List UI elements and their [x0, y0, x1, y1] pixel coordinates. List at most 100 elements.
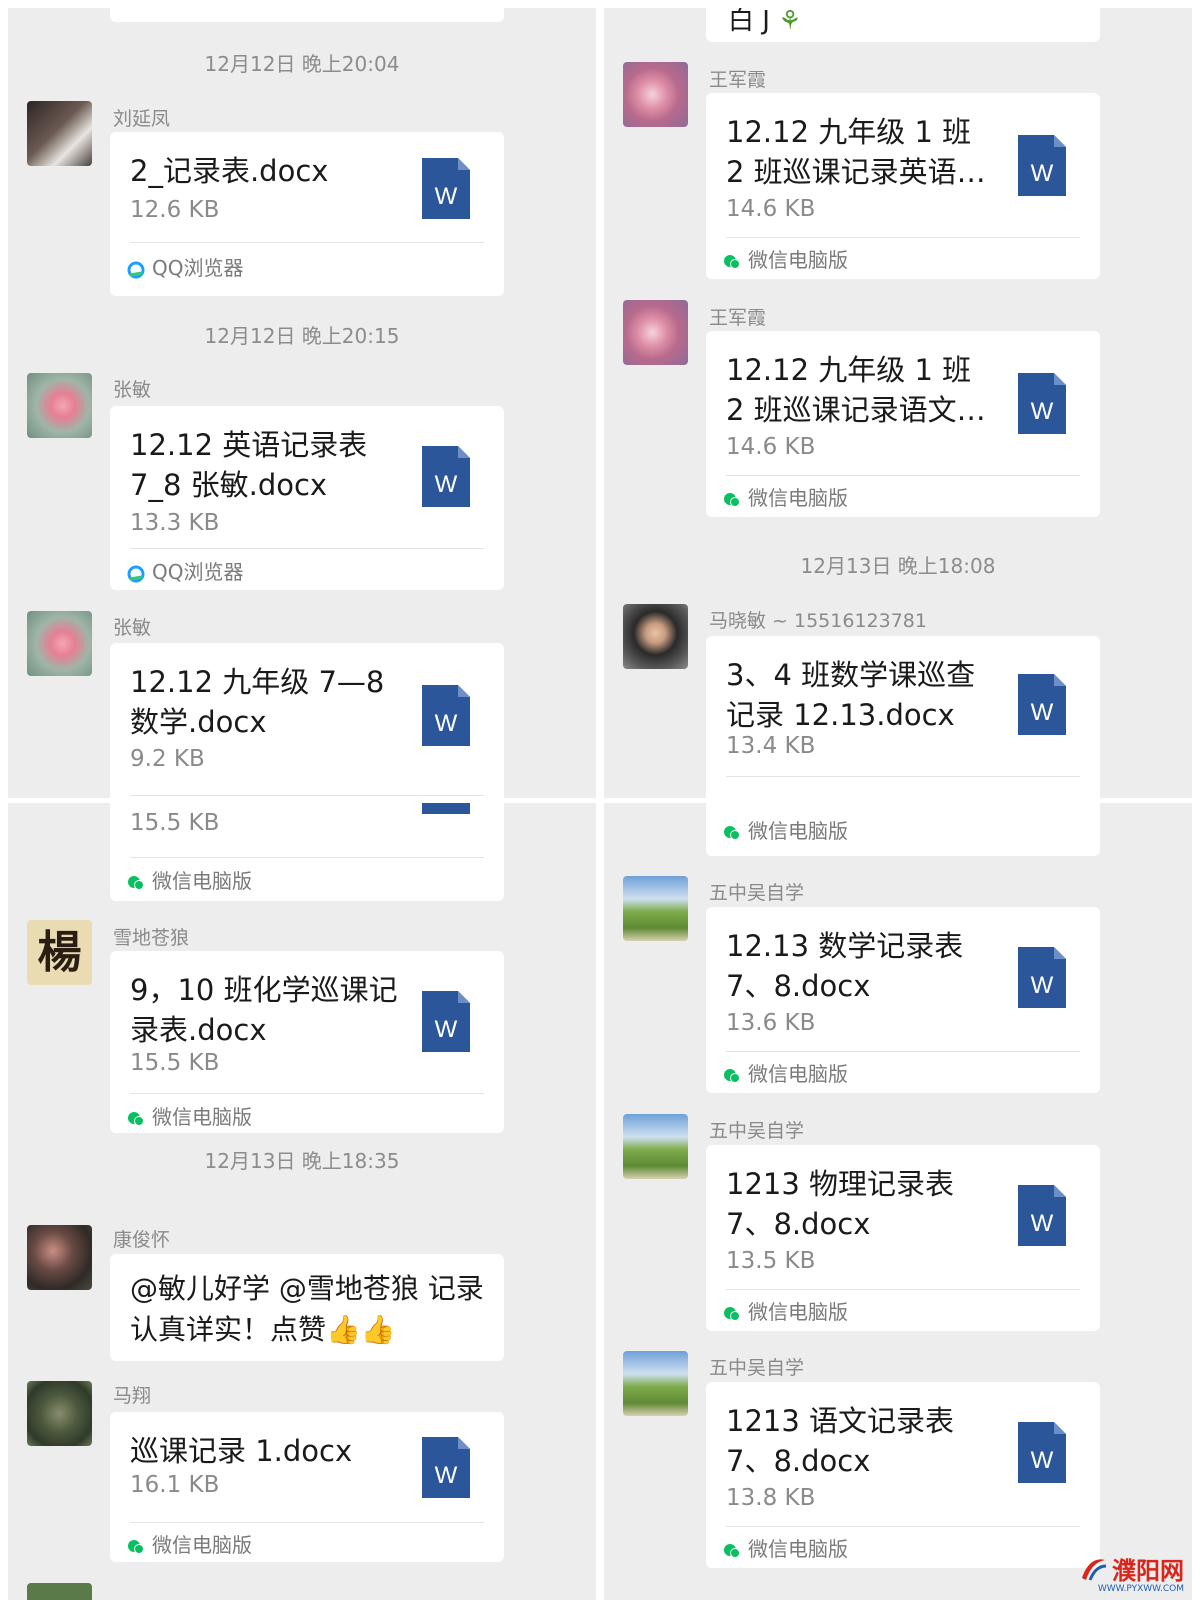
source-label: QQ浏览器 — [126, 252, 243, 281]
qq-browser-icon — [127, 565, 145, 582]
file-message[interactable]: 1213 语文记录表 7、8.docx 13.8 KB W 微信电脑版 — [706, 1382, 1100, 1568]
sender-name: 五中吴自学 — [709, 882, 805, 904]
divider — [130, 548, 484, 549]
message-bubble-fragment: 白 J ⚘ — [706, 8, 1100, 42]
word-doc-icon: W — [422, 991, 470, 1052]
divider — [726, 237, 1080, 238]
file-size: 13.8 KB — [726, 1485, 816, 1511]
timestamp: 12月12日 晚上20:15 — [204, 324, 400, 348]
avatar[interactable] — [623, 876, 688, 941]
file-title: 12.12 九年级 7—8 数学.docx — [130, 665, 385, 739]
file-message[interactable]: 9，10 班化学巡课记录表.docx 15.5 KB W 微信电脑版 — [110, 951, 504, 1133]
word-doc-icon: W — [422, 685, 470, 746]
avatar[interactable] — [27, 101, 92, 166]
timestamp: 12月13日 晚上18:08 — [800, 554, 996, 578]
sender-name: 王军霞 — [709, 307, 767, 329]
source-label: 微信电脑版 — [722, 482, 848, 511]
sender-name: 马晓敏 ~ 15516123781 — [709, 610, 927, 632]
file-message[interactable]: 巡课记录 1.docx 16.1 KB W 微信电脑版 — [110, 1412, 504, 1562]
file-title: 9，10 班化学巡课记录表.docx — [130, 973, 398, 1047]
timestamp: 12月12日 晚上20:04 — [204, 52, 400, 76]
file-size: 16.1 KB — [130, 1472, 220, 1498]
avatar[interactable] — [623, 300, 688, 365]
avatar[interactable] — [623, 604, 688, 669]
word-doc-icon: W — [1018, 947, 1066, 1008]
text-message[interactable]: @敏儿好学 @雪地苍狼 记录认真详实！点赞👍👍 — [110, 1254, 504, 1361]
avatar[interactable] — [623, 1114, 688, 1179]
qq-browser-icon — [127, 261, 145, 278]
file-title: 巡课记录 1.docx — [130, 1434, 353, 1468]
avatar-partial — [27, 1583, 92, 1600]
word-doc-icon: W — [422, 446, 470, 507]
sender-name: 五中吴自学 — [709, 1120, 805, 1142]
avatar[interactable] — [27, 373, 92, 438]
file-message-partial[interactable]: 微信电脑版 — [706, 803, 1100, 856]
source-label: 微信电脑版 — [722, 1058, 848, 1087]
file-size: 14.6 KB — [726, 434, 816, 460]
timestamp: 12月13日 晚上18:35 — [204, 1149, 400, 1173]
file-title: 1213 语文记录表 7、8.docx — [726, 1404, 955, 1478]
watermark-name: 濮阳网 — [1112, 1557, 1184, 1585]
divider — [130, 1093, 484, 1094]
wechat-icon — [128, 875, 144, 890]
divider — [130, 1522, 484, 1523]
message-text: @敏儿好学 @雪地苍狼 记录认真详实！点赞👍👍 — [130, 1272, 484, 1346]
file-size: 12.6 KB — [130, 197, 220, 223]
sender-name: 张敏 — [113, 617, 152, 639]
file-size: 13.5 KB — [726, 1248, 816, 1274]
word-doc-icon: W — [422, 1437, 470, 1498]
avatar[interactable]: 楊 — [27, 920, 92, 985]
svg-text:W: W — [1031, 699, 1054, 726]
word-doc-icon: W — [1018, 674, 1066, 735]
file-size: 15.5 KB — [130, 1050, 220, 1076]
divider — [726, 1289, 1080, 1290]
avatar[interactable] — [623, 1351, 688, 1416]
avatar[interactable] — [623, 62, 688, 127]
word-doc-icon: W — [422, 158, 470, 219]
file-title: 1213 物理记录表 7、8.docx — [726, 1167, 955, 1241]
file-message-partial[interactable]: 15.5 KB 微信电脑版 — [110, 803, 504, 901]
chat-panel-bottom-left: 15.5 KB 微信电脑版 楊 雪地苍狼 9，10 班化学巡课记录表.docx … — [8, 803, 596, 1600]
source-label: 微信电脑版 — [126, 1529, 252, 1558]
chat-panel-bottom-right: 微信电脑版 五中吴自学 12.13 数学记录表 7、8.docx 13.6 KB… — [604, 803, 1192, 1600]
file-title: 3、4 班数学课巡查记录 12.13.docx — [726, 658, 976, 732]
source-label: 微信电脑版 — [722, 244, 848, 273]
svg-text:W: W — [1031, 1447, 1054, 1474]
avatar[interactable] — [27, 611, 92, 676]
svg-text:W: W — [435, 1462, 458, 1489]
source-label: QQ浏览器 — [126, 556, 243, 585]
wechat-icon — [724, 254, 740, 269]
source-label: 微信电脑版 — [722, 1296, 848, 1325]
site-watermark: 濮阳网 WWW.PYXWW.COM — [1078, 1551, 1184, 1594]
file-message[interactable]: 1213 物理记录表 7、8.docx 13.5 KB W 微信电脑版 — [706, 1145, 1100, 1331]
file-message[interactable]: 12.12 九年级 7—8 数学.docx 9.2 KB W — [110, 643, 504, 798]
source-label: 微信电脑版 — [722, 815, 848, 844]
sender-name: 五中吴自学 — [709, 1357, 805, 1379]
avatar[interactable] — [27, 1225, 92, 1290]
divider — [726, 475, 1080, 476]
watermark-logo-icon — [1082, 1558, 1107, 1581]
file-size: 13.3 KB — [130, 510, 220, 536]
divider — [130, 242, 484, 243]
sprout-emoji-icon: ⚘ — [778, 8, 802, 36]
avatar[interactable] — [27, 1381, 92, 1446]
file-message[interactable]: 12.13 数学记录表 7、8.docx 13.6 KB W 微信电脑版 — [706, 907, 1100, 1093]
wechat-icon — [724, 1068, 740, 1083]
watermark-url: WWW.PYXWW.COM — [1097, 1584, 1184, 1594]
file-message[interactable]: 12.12 九年级 1 班 2 班巡课记录语文… 14.6 KB W 微信电脑版 — [706, 331, 1100, 517]
word-doc-icon: W — [1018, 1185, 1066, 1246]
file-message[interactable]: 3、4 班数学课巡查记录 12.13.docx 13.4 KB W — [706, 636, 1100, 798]
source-label: 微信电脑版 — [126, 1101, 252, 1130]
word-doc-icon — [422, 803, 470, 814]
svg-text:W: W — [435, 1016, 458, 1043]
wechat-icon — [128, 1111, 144, 1126]
source-label: 微信电脑版 — [126, 865, 252, 894]
file-message[interactable]: 12.12 英语记录表 7_8 张敏.docx 13.3 KB W QQ浏览器 — [110, 406, 504, 590]
wechat-icon — [724, 1306, 740, 1321]
file-message[interactable]: 2_记录表.docx 12.6 KB W QQ浏览器 — [110, 132, 504, 296]
svg-text:W: W — [1031, 160, 1054, 187]
divider — [130, 795, 484, 796]
file-size: 15.5 KB — [130, 810, 220, 836]
file-message[interactable]: 12.12 九年级 1 班 2 班巡课记录英语… 14.6 KB W 微信电脑版 — [706, 93, 1100, 279]
sender-name: 王军霞 — [709, 69, 767, 91]
